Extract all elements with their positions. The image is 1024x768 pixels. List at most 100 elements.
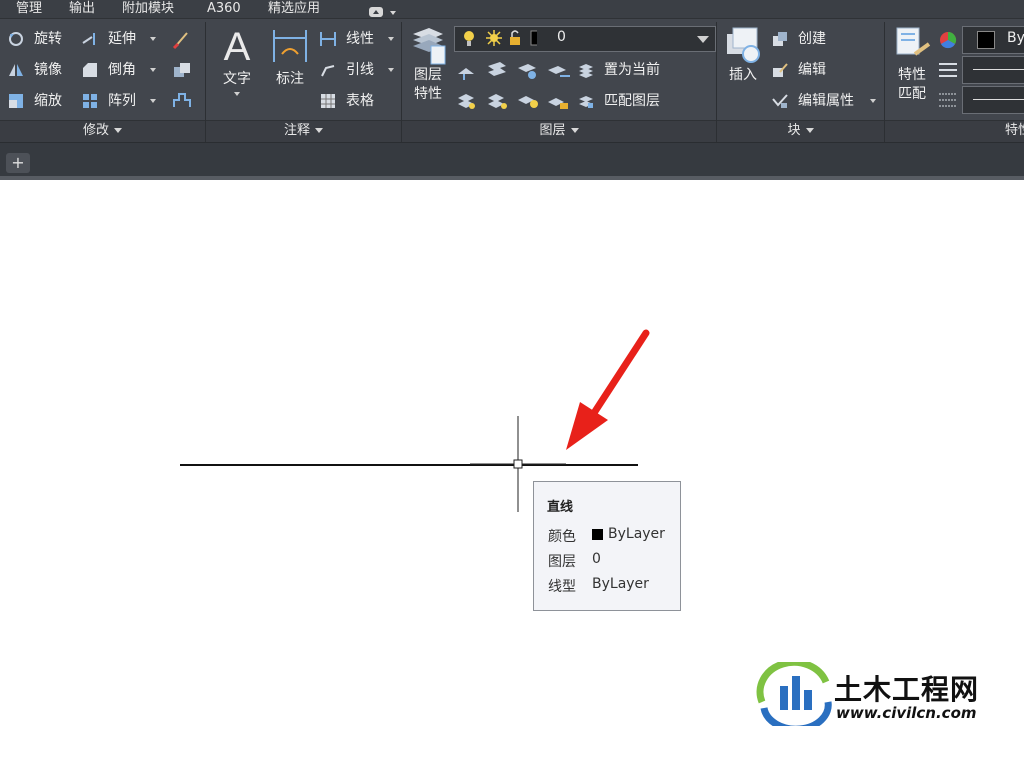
tooltip-layer-label: 图层 [548, 554, 576, 570]
stretch-icon [173, 93, 191, 107]
properties-panel-title[interactable]: 特性 [885, 121, 1024, 141]
color-dropdown[interactable]: By [962, 26, 1024, 54]
layer-tool-icons [458, 94, 568, 109]
array-icon [83, 94, 97, 108]
edit-attributes-icon [772, 94, 788, 108]
scale-icon [9, 94, 23, 108]
tooltip-layer-value: 0 [592, 551, 601, 567]
block-panel-title[interactable]: 块 [717, 121, 884, 141]
menu-featured-apps[interactable]: 精选应用 [268, 0, 320, 18]
match-properties-button[interactable]: 特性 匹配 [890, 24, 934, 114]
watermark-name: 土木工程网 [834, 673, 980, 706]
layer-stack-icon [579, 64, 593, 78]
layer-properties-icon [413, 28, 446, 65]
eject-icon [369, 7, 396, 17]
linear-dimension-icon [320, 32, 336, 46]
layer-properties-button[interactable]: 图层 特性 [407, 24, 449, 114]
modify-panel-title[interactable]: 修改 [0, 121, 205, 141]
match-properties-label-2: 匹配 [898, 86, 926, 102]
copy-icon [174, 63, 190, 77]
tooltip-linetype-label: 线型 [548, 579, 576, 595]
menu-overflow-button[interactable] [368, 3, 398, 17]
erase-button[interactable] [172, 30, 192, 50]
chevron-down-icon [697, 36, 709, 43]
chamfer-button[interactable]: 倒角 [82, 59, 162, 81]
insert-block-icon [727, 27, 760, 63]
table-icon [321, 94, 335, 108]
text-button-label: 文字 [223, 71, 251, 87]
set-current-layer-button[interactable]: 置为当前 [578, 59, 698, 81]
object-tooltip: 直线 颜色 ByLayer 图层 0 线型 ByLayer [533, 481, 681, 611]
file-tab-strip: + [0, 142, 1024, 177]
watermark: 土木工程网 www.civilcn.com [756, 662, 1018, 726]
text-button[interactable]: A 文字 [214, 24, 260, 104]
lineweight-dropdown[interactable] [962, 56, 1024, 84]
match-properties-icon [896, 27, 931, 56]
layer-tools-row-2 [456, 90, 596, 112]
color-swatch [977, 31, 995, 49]
leader-icon [321, 65, 335, 77]
watermark-logo-icon [756, 662, 832, 726]
menu-manage[interactable]: 管理 [16, 0, 42, 18]
annotation-panel-title[interactable]: 注释 [206, 121, 401, 141]
rotate-icon [9, 32, 23, 46]
linetype-preview [973, 99, 1024, 100]
create-block-button[interactable]: 创建 [772, 28, 862, 50]
tooltip-title: 直线 [547, 500, 574, 515]
layer-properties-label-2: 特性 [414, 86, 442, 102]
edit-block-button[interactable]: 编辑 [772, 59, 862, 81]
edit-block-icon [773, 63, 788, 77]
watermark-url: www.civilcn.com [836, 704, 977, 722]
match-layer-button[interactable]: 匹配图层 [578, 90, 698, 112]
layer-dropdown[interactable]: 0 [454, 26, 716, 52]
stretch-button[interactable] [172, 90, 192, 110]
mirror-button[interactable]: 镜像 [8, 59, 78, 81]
leader-button[interactable]: 引线 [320, 59, 398, 81]
rotate-button[interactable]: 旋转 [8, 28, 78, 50]
insert-block-label: 插入 [729, 67, 757, 83]
dimension-icon [273, 30, 307, 62]
tooltip-color-label: 颜色 [548, 529, 576, 545]
pickbox [513, 459, 523, 469]
color-value: By [1007, 30, 1024, 46]
red-arrow-icon [566, 329, 650, 450]
dimension-button-label: 标注 [276, 71, 304, 87]
extend-button[interactable]: 延伸 [82, 28, 162, 50]
insert-block-button[interactable]: 插入 [722, 24, 764, 104]
lineweight-icon [938, 60, 958, 80]
layer-tools-row-1 [456, 60, 596, 82]
menu-bar: 管理 输出 附加模块 A360 精选应用 [0, 0, 1024, 18]
dimension-button[interactable]: 标注 [266, 24, 314, 94]
layer-match-icon [579, 96, 593, 108]
color-wheel-icon [940, 31, 957, 49]
text-icon: A [223, 25, 251, 69]
edit-attributes-button[interactable]: 编辑属性 [772, 90, 880, 112]
current-layer-name: 0 [557, 29, 566, 45]
tooltip-color-swatch [592, 529, 603, 540]
chamfer-icon [83, 63, 97, 77]
match-properties-label-1: 特性 [898, 67, 926, 83]
mirror-icon [9, 64, 23, 76]
linear-dimension-button[interactable]: 线性 [320, 28, 398, 50]
text-dropdown-icon [234, 92, 240, 96]
layer-properties-label-1: 图层 [414, 67, 442, 83]
menu-addins[interactable]: 附加模块 [122, 0, 174, 18]
menu-output[interactable]: 输出 [69, 0, 95, 18]
extend-icon [82, 33, 95, 45]
array-button[interactable]: 阵列 [82, 90, 162, 112]
layer-tool-icons [458, 62, 570, 80]
tooltip-linetype-value: ByLayer [592, 576, 649, 592]
menu-a360[interactable]: A360 [207, 0, 241, 18]
create-block-icon [773, 32, 787, 46]
linetype-dropdown[interactable] [962, 86, 1024, 114]
new-tab-button[interactable]: + [6, 153, 30, 173]
tooltip-color-value: ByLayer [608, 526, 665, 542]
brush-icon [172, 32, 188, 50]
layer-state-icons [464, 30, 537, 46]
linetype-icon [938, 90, 958, 110]
layers-panel-title[interactable]: 图层 [402, 121, 716, 141]
table-button[interactable]: 表格 [320, 90, 398, 112]
scale-button[interactable]: 缩放 [8, 90, 78, 112]
copy-button[interactable] [172, 60, 192, 80]
color-wheel-button[interactable] [938, 30, 958, 50]
